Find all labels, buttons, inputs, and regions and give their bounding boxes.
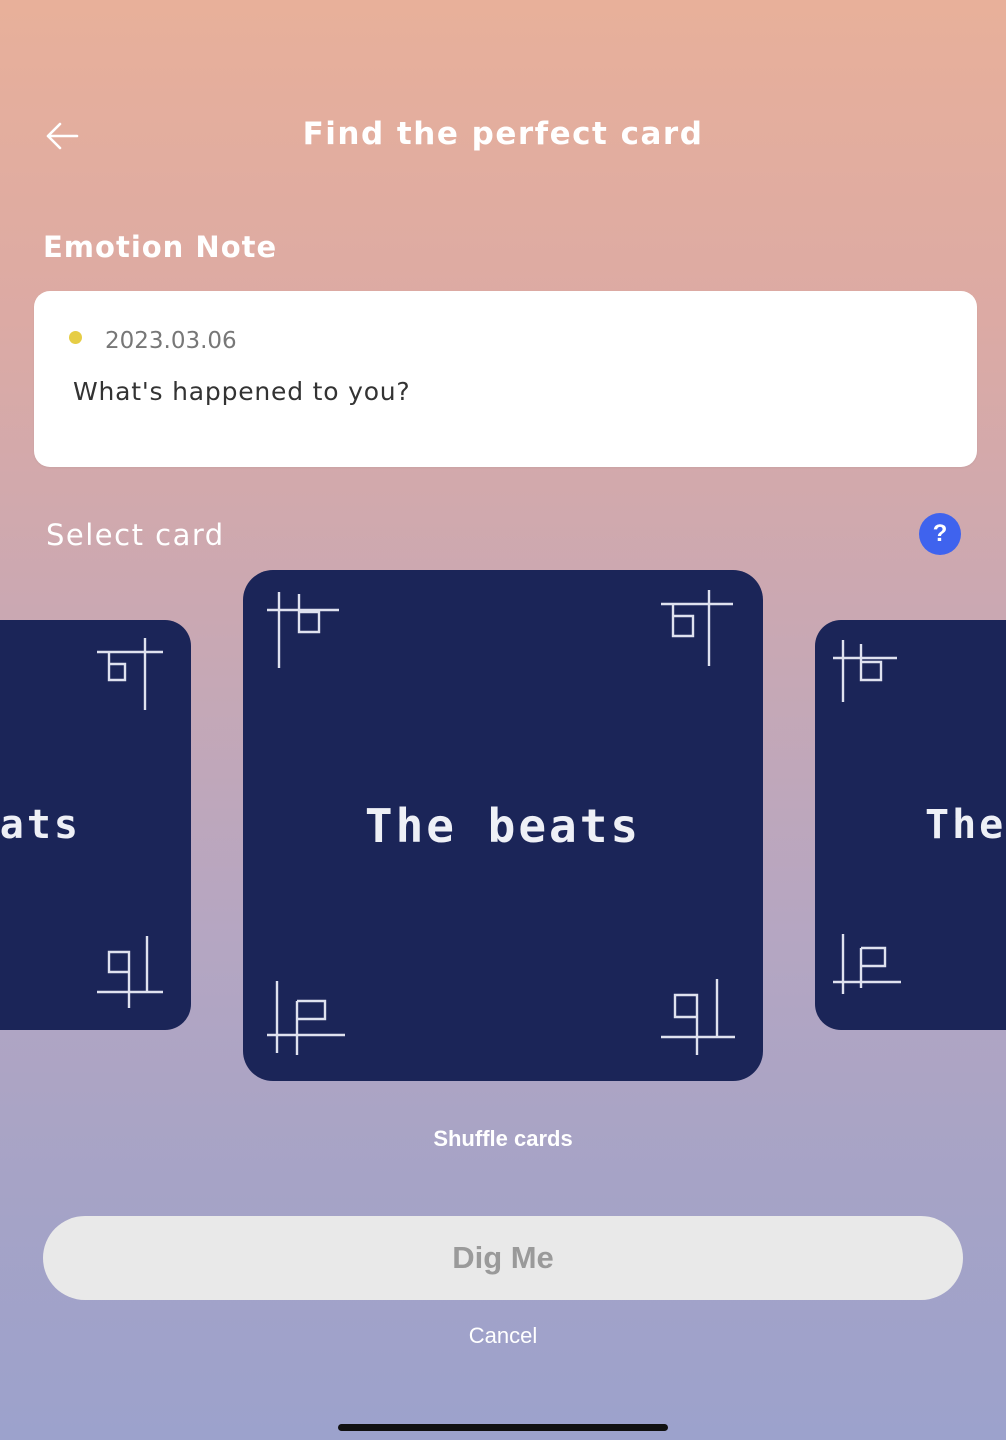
card-title: The beats	[364, 798, 642, 853]
home-indicator	[338, 1424, 668, 1431]
select-card-label: Select card	[46, 518, 225, 552]
corner-ornament-icon	[833, 934, 901, 994]
note-question: What's happened to you?	[73, 377, 411, 406]
card-title: The beats	[925, 802, 1006, 848]
card-center[interactable]: The beats	[243, 570, 763, 1081]
card-left[interactable]: The beats	[0, 620, 191, 1030]
corner-ornament-icon	[267, 981, 345, 1055]
help-button[interactable]: ?	[919, 513, 961, 555]
emotion-note-heading: Emotion Note	[43, 230, 278, 264]
emotion-note-card[interactable]: 2023.03.06 What's happened to you?	[34, 291, 977, 467]
header: Find the perfect card	[0, 96, 1006, 176]
corner-ornament-icon	[833, 640, 897, 702]
question-mark-icon: ?	[932, 520, 948, 547]
cancel-button[interactable]: Cancel	[0, 1323, 1006, 1349]
dig-me-button[interactable]: Dig Me	[43, 1216, 963, 1300]
corner-ornament-icon	[661, 590, 733, 666]
mood-dot-icon	[69, 331, 82, 344]
corner-ornament-icon	[97, 638, 163, 710]
corner-ornament-icon	[97, 936, 163, 1008]
corner-ornament-icon	[267, 592, 339, 668]
card-carousel[interactable]: The beats The beats	[0, 560, 1006, 1100]
note-date: 2023.03.06	[105, 328, 237, 354]
corner-ornament-icon	[661, 979, 735, 1055]
shuffle-cards-button[interactable]: Shuffle cards	[0, 1126, 1006, 1152]
card-title: The beats	[0, 802, 81, 848]
page-title: Find the perfect card	[302, 116, 704, 152]
card-right[interactable]: The beats	[815, 620, 1006, 1030]
